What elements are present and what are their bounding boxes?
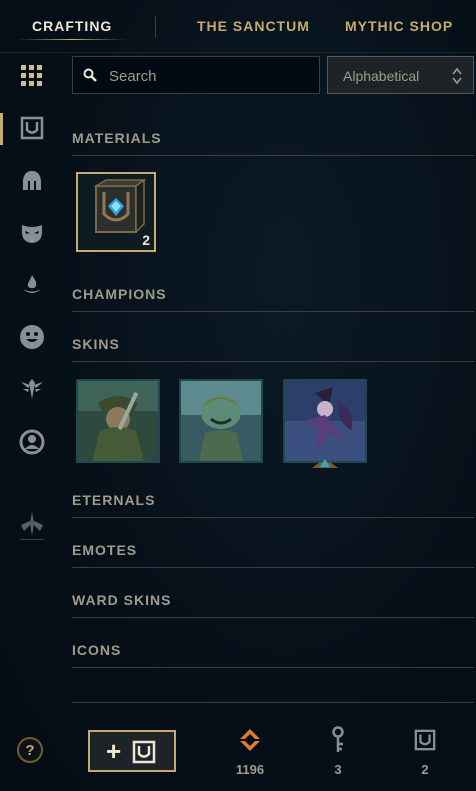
ward-icon <box>21 379 43 399</box>
orange-essence-value: 1196 <box>235 762 265 777</box>
section-materials: MATERIALS <box>72 130 474 156</box>
skin-tile-2[interactable] <box>179 379 263 463</box>
section-title: EMOTES <box>72 542 138 558</box>
skin-rarity-gem-icon <box>312 459 338 468</box>
tab-mythic-shop[interactable]: MYTHIC SHOP <box>345 18 453 34</box>
section-divider <box>72 667 474 668</box>
section-divider <box>72 517 474 518</box>
skin-art-soldier <box>78 381 158 461</box>
skin-art-fishling <box>181 381 261 461</box>
top-nav: CRAFTING THE SANCTUM MYTHIC SHOP <box>0 0 476 53</box>
sidebar-item-all[interactable] <box>12 58 52 94</box>
section-title: MATERIALS <box>72 130 162 146</box>
skin-tile-1[interactable] <box>76 379 160 463</box>
sort-dropdown[interactable]: Alphabetical <box>327 56 474 94</box>
section-divider <box>72 361 474 362</box>
section-divider <box>72 617 474 618</box>
search-icon <box>83 68 97 82</box>
material-tile-hextech-chest[interactable]: 2 <box>76 172 156 252</box>
footer-divider <box>72 702 474 703</box>
section-title: WARD SKINS <box>72 592 172 608</box>
active-tab-underline <box>18 39 126 40</box>
chevron-up-down-icon <box>452 67 462 85</box>
sidebar-item-chests[interactable] <box>12 110 52 146</box>
section-ward-skins: WARD SKINS <box>72 592 474 618</box>
section-emotes: EMOTES <box>72 542 474 568</box>
tab-crafting[interactable]: CRAFTING <box>32 18 112 34</box>
section-title: ICONS <box>72 642 122 658</box>
sidebar-active-indicator <box>0 113 3 145</box>
section-skins: SKINS <box>72 336 474 362</box>
category-sidebar <box>0 52 62 791</box>
key-counter: 3 <box>308 724 368 777</box>
chest-counter: 2 <box>395 724 455 777</box>
section-divider <box>72 567 474 568</box>
tab-divider <box>155 16 156 38</box>
sidebar-item-champions[interactable] <box>12 163 52 199</box>
chest-icon <box>20 116 44 140</box>
sidebar-item-skins[interactable] <box>12 215 52 251</box>
eternals-icon <box>21 512 43 536</box>
orange-essence-icon <box>240 729 260 751</box>
search-input[interactable] <box>107 65 311 87</box>
grid-icon <box>21 65 42 86</box>
add-chest-button[interactable]: + <box>88 730 176 772</box>
plus-icon: + <box>106 736 122 766</box>
sidebar-item-icons[interactable] <box>12 424 52 460</box>
help-button[interactable]: ? <box>17 737 43 763</box>
chest-value: 2 <box>421 762 429 777</box>
section-title: CHAMPIONS <box>72 286 167 302</box>
flame-icon <box>23 275 41 293</box>
helmet-icon <box>23 171 41 190</box>
mask-icon <box>22 225 42 243</box>
section-champions: CHAMPIONS <box>72 286 474 312</box>
orange-essence-counter: 1196 <box>220 724 280 777</box>
sort-selected-label: Alphabetical <box>343 68 420 84</box>
sidebar-item-emotes[interactable] <box>12 319 52 355</box>
section-divider <box>72 311 474 312</box>
section-title: ETERNALS <box>72 492 156 508</box>
section-eternals: ETERNALS <box>72 492 474 518</box>
section-divider <box>72 155 474 156</box>
skin-tile-3[interactable] <box>283 379 367 463</box>
sidebar-item-disenchant[interactable] <box>12 506 52 542</box>
emote-face-icon <box>20 325 44 349</box>
section-title: SKINS <box>72 336 120 352</box>
chest-icon <box>414 729 436 751</box>
tab-the-sanctum[interactable]: THE SANCTUM <box>197 18 310 34</box>
chest-icon <box>132 740 156 764</box>
material-count: 2 <box>142 232 150 248</box>
sidebar-item-ward-skins[interactable] <box>12 371 52 407</box>
key-icon <box>332 726 344 752</box>
section-icons: ICONS <box>72 642 474 668</box>
sidebar-item-eternals[interactable] <box>12 267 52 303</box>
skin-art-witch <box>285 381 365 461</box>
search-box <box>72 56 320 94</box>
key-value: 3 <box>334 762 342 777</box>
profile-icon <box>19 429 45 455</box>
